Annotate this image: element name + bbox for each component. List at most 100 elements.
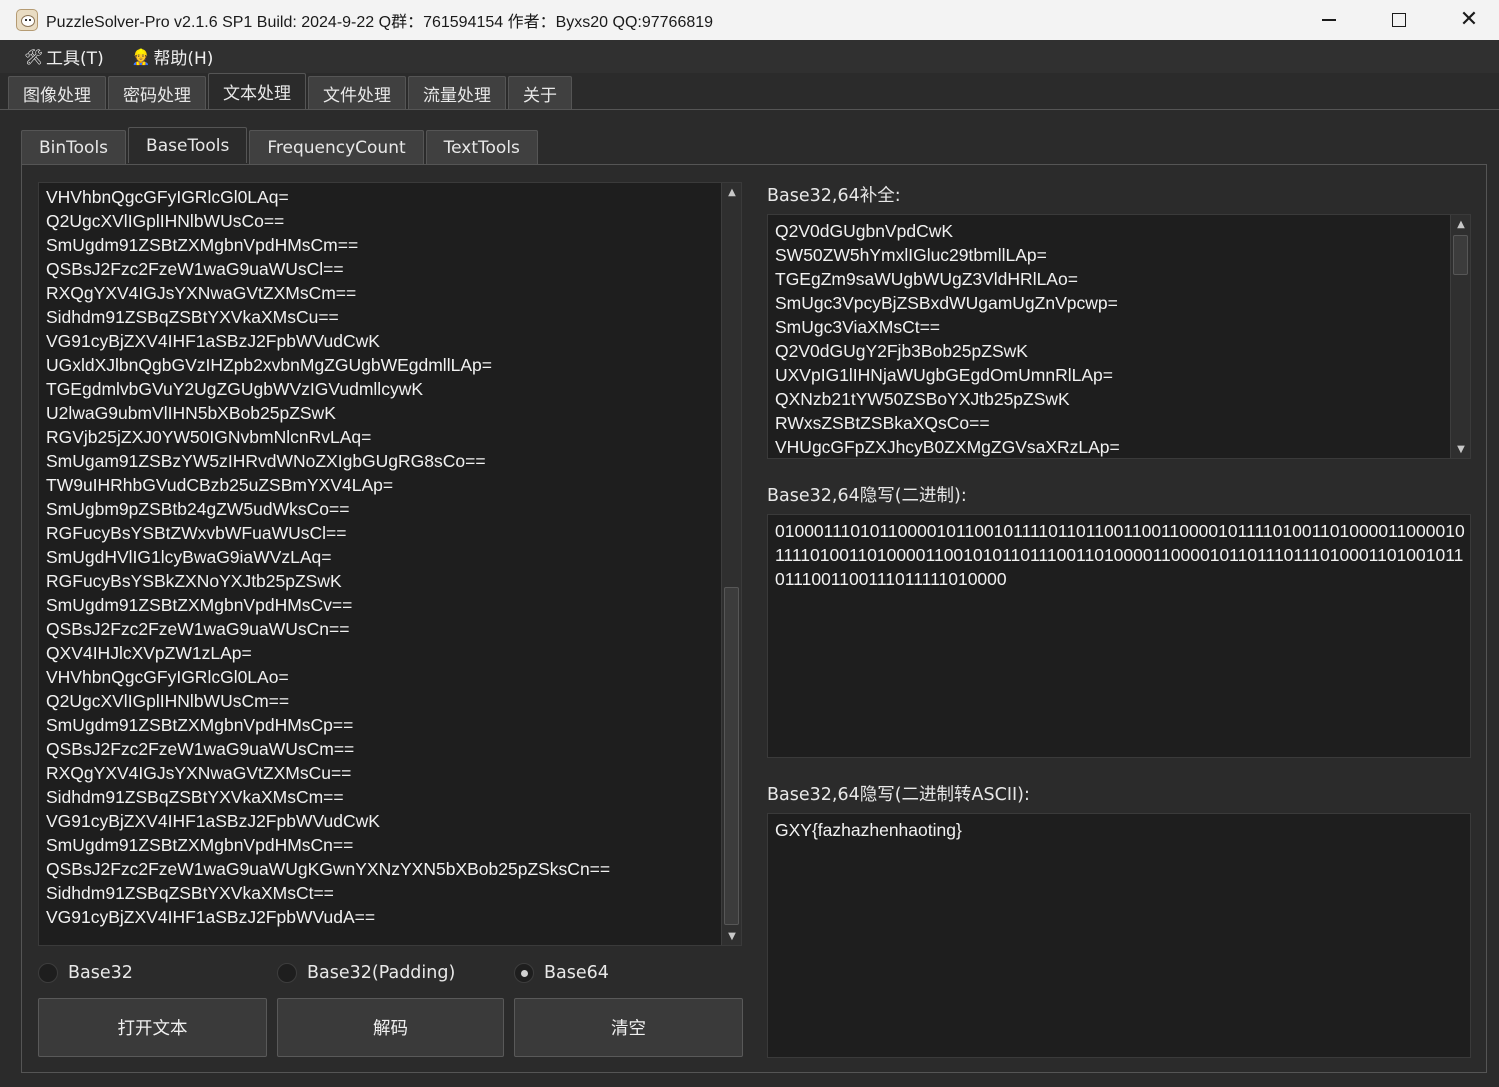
tab-crypto[interactable]: 密码处理 — [108, 76, 206, 110]
scroll-down-icon[interactable]: ▼ — [1451, 440, 1470, 458]
close-icon: ✕ — [1459, 7, 1479, 32]
input-line: QSBsJ2Fzc2FzeW1waG9uaWUsCm== — [46, 739, 355, 759]
main-tab-bar: 图像处理 密码处理 文本处理 文件处理 流量处理 关于 — [8, 73, 574, 110]
input-line: SmUgdm91ZSBtZXMgbnVpdHMsCm== — [46, 235, 359, 255]
app-icon — [16, 9, 38, 31]
tab-texttools[interactable]: TextTools — [425, 130, 538, 164]
padded-line: SmUgc3VpcyBjZSBxdWUgamUgZnVpcwp= — [775, 293, 1118, 313]
input-line: SmUgbm9pZSBtb24gZW5udWksCo== — [46, 499, 350, 519]
input-line: SmUgdHVlIG1lcyBwaG9iaWVzLAq= — [46, 547, 332, 567]
padded-line: Q2V0dGUgbnVpdCwK — [775, 221, 954, 241]
input-line: VG91cyBjZXV4IHF1aSBzJ2FpbWVudCwK — [46, 811, 380, 831]
input-line: VG91cyBjZXV4IHF1aSBzJ2FpbWVudA== — [46, 907, 376, 927]
padded-label: Base32,64补全: — [767, 186, 901, 206]
input-line: TGEgdmlvbGVuY2UgZGUgbWVzIGVudmllcywK — [46, 379, 424, 399]
input-line: QSBsJ2Fzc2FzeW1waG9uaWUsCn== — [46, 619, 350, 639]
menu-help-label: 帮助(H) — [153, 49, 214, 69]
padded-line: SmUgc3ViaXMsCt== — [775, 317, 941, 337]
radio-base32-padding-dot — [277, 963, 297, 983]
padded-line: TGEgZm9saWUgbWUgZ3VldHRlLAo= — [775, 269, 1078, 289]
tab-about[interactable]: 关于 — [508, 76, 572, 110]
padded-scrollbar[interactable]: ▲ ▼ — [1450, 215, 1470, 458]
tab-divider — [0, 109, 1499, 110]
stego-ascii-textarea[interactable]: GXY{fazhazhenhaoting} — [767, 813, 1471, 1058]
tools-icon: 🛠 — [24, 47, 44, 66]
menu-help[interactable]: 👷 帮助(H) — [130, 42, 216, 72]
maximize-button[interactable] — [1364, 0, 1434, 40]
tab-file[interactable]: 文件处理 — [308, 76, 406, 110]
tab-frequencycount[interactable]: FrequencyCount — [249, 130, 424, 164]
input-line: RGVjb25jZXJ0YW50IGNvbmNlcnRvLAq= — [46, 427, 372, 447]
minimize-icon — [1322, 19, 1336, 21]
clear-button[interactable]: 清空 — [514, 998, 743, 1057]
input-line: QSBsJ2Fzc2FzeW1waG9uaWUsCl== — [46, 259, 344, 279]
radio-base32-label: Base32 — [68, 963, 133, 983]
radio-base32-padding-label: Base32(Padding) — [307, 963, 456, 983]
input-line: SmUgam91ZSBzYW5zIHRvdWNoZXIgbGUgRG8sCo== — [46, 451, 486, 471]
input-line: VG91cyBjZXV4IHF1aSBzJ2FpbWVudCwK — [46, 331, 380, 351]
padded-line: VHUgcGFpZXJhcyB0ZXMgZGVsaXRzLAp= — [775, 437, 1120, 457]
radio-base32-padding[interactable]: Base32(Padding) — [277, 961, 455, 985]
input-line: QSBsJ2Fzc2FzeW1waG9uaWUgKGwnYXNzYXN5bXBo… — [46, 859, 611, 879]
decode-button[interactable]: 解码 — [277, 998, 504, 1057]
padded-line: UXVpIG1lIHNjaWUgbGEgdOmUmnRlLAp= — [775, 365, 1113, 385]
input-line: SmUgdm91ZSBtZXMgbnVpdHMsCn== — [46, 835, 354, 855]
tab-basetools[interactable]: BaseTools — [128, 127, 248, 163]
base-input-textarea[interactable]: VHVhbnQgcGFyIGRlcGl0LAq= Q2UgcXVlIGplIHNl… — [38, 182, 742, 946]
maximize-icon — [1392, 13, 1406, 27]
radio-base64-dot — [514, 963, 534, 983]
input-line: Q2UgcXVlIGplIHNlbWUsCm== — [46, 691, 290, 711]
menu-tools-label: 工具(T) — [46, 49, 104, 69]
window-title: PuzzleSolver-Pro v2.1.6 SP1 Build: 2024-… — [46, 14, 714, 31]
sub-tab-bar: BinTools BaseTools FrequencyCount TextTo… — [21, 127, 540, 164]
stego-ascii-value: GXY{fazhazhenhaoting} — [775, 820, 962, 840]
scroll-thumb[interactable] — [1453, 235, 1468, 275]
input-line: Sidhdm91ZSBqZSBtYXVkaXMsCt== — [46, 883, 334, 903]
menu-bar: 🛠 工具(T) 👷 帮助(H) — [0, 40, 1499, 73]
scroll-thumb[interactable] — [724, 587, 739, 925]
padded-line: QXNzb21tYW50ZSBoYXJtb25pZSwK — [775, 389, 1070, 409]
padded-line: RWxsZSBtZSBkaXQsCo== — [775, 413, 990, 433]
input-line: RXQgYXV4IGJsYXNwaGVtZXMsCu== — [46, 763, 352, 783]
scroll-up-icon[interactable]: ▲ — [1451, 215, 1470, 233]
padded-lines: Q2V0dGUgbnVpdCwK SW50ZW5hYmxlIGluc29tbmll… — [775, 219, 1120, 458]
input-line: Q2UgcXVlIGplIHNlbWUsCo== — [46, 211, 285, 231]
title-bar: PuzzleSolver-Pro v2.1.6 SP1 Build: 2024-… — [0, 0, 1499, 40]
radio-base32[interactable]: Base32 — [38, 961, 133, 985]
tab-bintools[interactable]: BinTools — [21, 130, 127, 164]
tab-text[interactable]: 文本处理 — [208, 73, 306, 109]
stego-binary-label: Base32,64隐写(二进制): — [767, 486, 967, 506]
tab-image[interactable]: 图像处理 — [8, 76, 106, 110]
padded-output-textarea[interactable]: Q2V0dGUgbnVpdCwK SW50ZW5hYmxlIGluc29tbmll… — [767, 214, 1471, 459]
input-line: RXQgYXV4IGJsYXNwaGVtZXMsCm== — [46, 283, 357, 303]
minimize-button[interactable] — [1294, 0, 1364, 40]
padded-line: SW50ZW5hYmxlIGluc29tbmllLAp= — [775, 245, 1047, 265]
tab-traffic[interactable]: 流量处理 — [408, 76, 506, 110]
input-line: SmUgdm91ZSBtZXMgbnVpdHMsCv== — [46, 595, 353, 615]
input-line: QXV4IHJlcXVpZW1zLAp= — [46, 643, 252, 663]
input-line: TW9uIHRhbGVudCBzb25uZSBmYXV4LAp= — [46, 475, 394, 495]
input-line: Sidhdm91ZSBqZSBtYXVkaXMsCu== — [46, 307, 339, 327]
radio-base64[interactable]: Base64 — [514, 961, 609, 985]
input-line: VHVhbnQgcGFyIGRlcGl0LAq= — [46, 187, 289, 207]
scroll-up-icon[interactable]: ▲ — [722, 183, 741, 201]
input-line: SmUgdm91ZSBtZXMgbnVpdHMsCp== — [46, 715, 354, 735]
input-line: RGFucyBsYSBtZWxvbWFuaWUsCl== — [46, 523, 347, 543]
input-lines: VHVhbnQgcGFyIGRlcGl0LAq= Q2UgcXVlIGplIHNl… — [46, 185, 610, 929]
radio-base64-label: Base64 — [544, 963, 609, 983]
open-text-button[interactable]: 打开文本 — [38, 998, 267, 1057]
stego-binary-textarea[interactable]: 0100011101011000010110010111101101100110… — [767, 514, 1471, 758]
input-scrollbar[interactable]: ▲ ▼ — [721, 183, 741, 945]
menu-tools[interactable]: 🛠 工具(T) — [22, 42, 106, 72]
input-line: Sidhdm91ZSBqZSBtYXVkaXMsCm== — [46, 787, 344, 807]
padded-line: Q2V0dGUgY2Fjb3Bob25pZSwK — [775, 341, 1028, 361]
person-icon: 👷 — [131, 47, 151, 66]
input-line: VHVhbnQgcGFyIGRlcGl0LAo= — [46, 667, 289, 687]
input-line: UGxldXJlbnQgbGVzIHZpb2xvbnMgZGUgbWEgdmll… — [46, 355, 492, 375]
radio-base32-dot — [38, 963, 58, 983]
scroll-down-icon[interactable]: ▼ — [722, 927, 741, 945]
input-line: RGFucyBsYSBkZXNoYXJtb25pZSwK — [46, 571, 342, 591]
close-button[interactable]: ✕ — [1434, 0, 1499, 40]
stego-binary-value: 0100011101011000010110010111101101100110… — [775, 521, 1465, 589]
stego-ascii-label: Base32,64隐写(二进制转ASCII): — [767, 785, 1030, 805]
